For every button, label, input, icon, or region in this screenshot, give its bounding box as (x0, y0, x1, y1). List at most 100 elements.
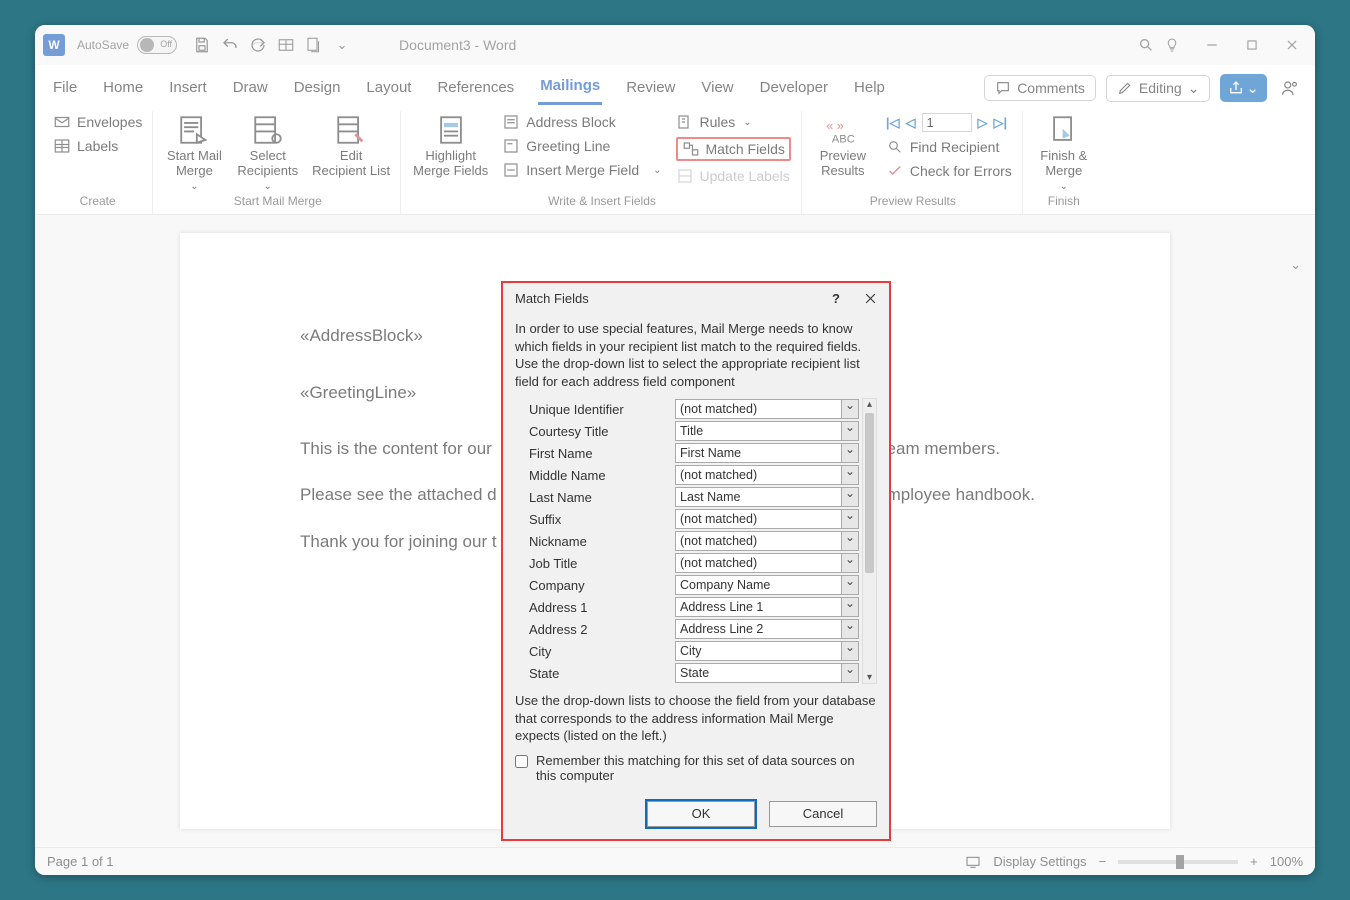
close-icon[interactable] (1283, 36, 1301, 54)
remember-checkbox-input[interactable] (515, 755, 528, 768)
scroll-down-icon[interactable]: ▾ (863, 672, 876, 683)
field-mapping-select[interactable]: (not matched) (675, 509, 859, 529)
display-settings-label[interactable]: Display Settings (993, 854, 1086, 869)
edit-recipient-list-button[interactable]: Edit Recipient List (312, 113, 390, 179)
highlight-merge-fields-button[interactable]: Highlight Merge Fields (413, 113, 488, 179)
prev-record-icon[interactable]: ◁ (906, 115, 916, 131)
autosave-toggle[interactable]: Off (137, 36, 177, 54)
minimize-icon[interactable] (1203, 36, 1221, 54)
remember-checkbox[interactable]: Remember this matching for this set of d… (515, 753, 877, 783)
labels-button[interactable]: Labels (53, 137, 142, 155)
insert-field-icon (502, 161, 520, 179)
field-mapping-select[interactable]: First Name (675, 443, 859, 463)
comments-button[interactable]: Comments (984, 75, 1096, 101)
tab-layout[interactable]: Layout (364, 73, 413, 104)
tab-help[interactable]: Help (852, 73, 887, 104)
pencil-icon (1117, 80, 1133, 96)
chevron-down-icon: ⌄ (653, 165, 661, 176)
field-mapping-row: CityCity (515, 640, 859, 662)
tab-mailings[interactable]: Mailings (538, 71, 602, 105)
scroll-thumb[interactable] (865, 413, 874, 573)
match-fields-button[interactable]: Match Fields (676, 137, 791, 161)
insert-merge-field-button[interactable]: Insert Merge Field⌄ (502, 161, 661, 179)
ok-button[interactable]: OK (647, 801, 755, 827)
zoom-out-icon[interactable]: − (1099, 854, 1107, 869)
zoom-in-icon[interactable]: + (1250, 854, 1258, 869)
window-controls (1163, 36, 1301, 54)
field-name: Middle Name (515, 468, 675, 483)
edit-list-icon (334, 113, 368, 147)
page-info[interactable]: Page 1 of 1 (47, 854, 114, 869)
greeting-line-button[interactable]: Greeting Line (502, 137, 661, 155)
ribbon-tabs: File Home Insert Draw Design Layout Refe… (35, 65, 1315, 105)
hint-icon[interactable] (1163, 36, 1181, 54)
zoom-thumb[interactable] (1176, 855, 1184, 869)
field-mapping-select[interactable]: Last Name (675, 487, 859, 507)
close-icon[interactable] (864, 292, 877, 305)
chevron-down-icon: ⌄ (190, 181, 198, 193)
qat-chevron-icon[interactable]: ⌄ (333, 36, 351, 54)
check-errors-button[interactable]: Check for Errors (886, 162, 1012, 180)
tab-draw[interactable]: Draw (231, 73, 270, 104)
redo-icon[interactable] (249, 36, 267, 54)
app-window: W AutoSave Off ⌄ Document3 - Word File H… (35, 25, 1315, 875)
dialog-titlebar: Match Fields ? (503, 283, 889, 314)
find-recipient-button[interactable]: Find Recipient (886, 138, 1012, 156)
finish-icon (1047, 113, 1081, 147)
tab-review[interactable]: Review (624, 73, 677, 104)
save-icon[interactable] (193, 36, 211, 54)
envelopes-button[interactable]: Envelopes (53, 113, 142, 131)
maximize-icon[interactable] (1243, 36, 1261, 54)
account-icon[interactable] (1281, 79, 1299, 97)
field-mapping-select[interactable]: (not matched) (675, 531, 859, 551)
field-name: Address 2 (515, 622, 675, 637)
match-fields-dialog: Match Fields ? In order to use special f… (501, 281, 891, 841)
display-settings-icon[interactable] (965, 854, 981, 870)
chevron-down-icon: ⌄ (264, 181, 272, 193)
qat-item-icon[interactable] (277, 36, 295, 54)
start-mail-merge-button[interactable]: Start Mail Merge⌄ (165, 113, 223, 192)
field-mapping-select[interactable]: Address Line 2 (675, 619, 859, 639)
tab-design[interactable]: Design (292, 73, 343, 104)
share-button[interactable]: ⌄ (1220, 74, 1267, 102)
qat-item-icon[interactable] (305, 36, 323, 54)
tab-insert[interactable]: Insert (167, 73, 209, 104)
toggle-knob (140, 38, 154, 52)
field-mapping-row: Address 1Address Line 1 (515, 596, 859, 618)
tab-developer[interactable]: Developer (758, 73, 830, 104)
address-block-button[interactable]: Address Block (502, 113, 661, 131)
zoom-slider[interactable] (1118, 860, 1238, 864)
editing-mode-button[interactable]: Editing ⌄ (1106, 75, 1211, 102)
rules-button[interactable]: Rules⌄ (676, 113, 791, 131)
cancel-button[interactable]: Cancel (769, 801, 877, 827)
field-mapping-select[interactable]: State (675, 663, 859, 683)
undo-icon[interactable] (221, 36, 239, 54)
select-recipients-button[interactable]: Select Recipients⌄ (237, 113, 298, 192)
next-record-icon[interactable]: ▷ (978, 115, 988, 131)
tab-view[interactable]: View (699, 73, 735, 104)
scrollbar[interactable]: ▴ ▾ (862, 398, 877, 684)
collapse-ribbon-icon[interactable]: ⌄ (1290, 257, 1301, 273)
tab-file[interactable]: File (51, 73, 79, 104)
zoom-level[interactable]: 100% (1270, 854, 1303, 869)
last-record-icon[interactable]: ▷| (994, 115, 1008, 131)
search-icon[interactable] (1137, 36, 1155, 54)
field-mapping-select[interactable]: Company Name (675, 575, 859, 595)
field-mapping-select[interactable]: Title (675, 421, 859, 441)
dialog-title: Match Fields (515, 291, 589, 306)
record-number-input[interactable] (922, 113, 972, 132)
field-mapping-select[interactable]: Address Line 1 (675, 597, 859, 617)
field-mapping-select[interactable]: City (675, 641, 859, 661)
first-record-icon[interactable]: |◁ (886, 115, 900, 131)
scroll-up-icon[interactable]: ▴ (863, 399, 876, 410)
field-mapping-select[interactable]: (not matched) (675, 399, 859, 419)
envelope-icon (53, 113, 71, 131)
help-icon[interactable]: ? (832, 291, 840, 306)
field-mapping-select[interactable]: (not matched) (675, 465, 859, 485)
preview-results-button[interactable]: « »ABCPreview Results (814, 113, 872, 179)
tab-home[interactable]: Home (101, 73, 145, 104)
finish-merge-button[interactable]: Finish & Merge⌄ (1035, 113, 1093, 192)
preview-icon: « »ABC (826, 113, 860, 147)
field-mapping-select[interactable]: (not matched) (675, 553, 859, 573)
tab-references[interactable]: References (435, 73, 516, 104)
